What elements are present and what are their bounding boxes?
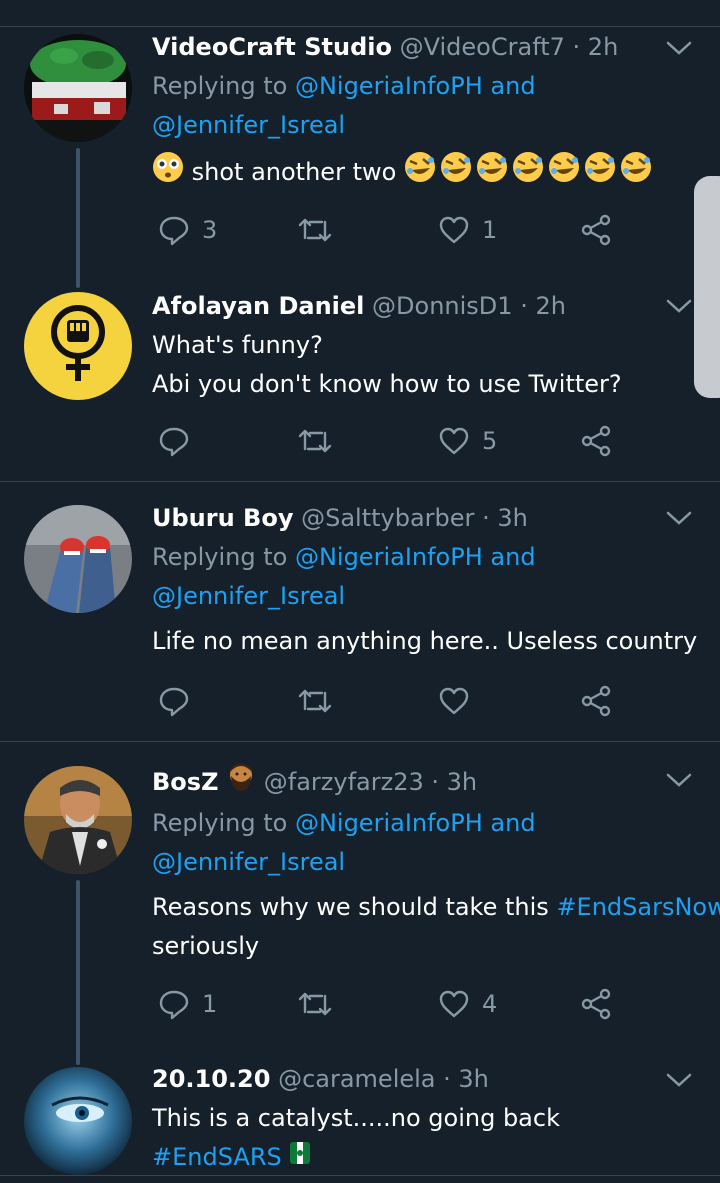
- tweet-text-line2: Abi you don't know how to use Twitter?: [152, 370, 622, 398]
- reply-count: 1: [202, 990, 218, 1018]
- thread-line: [76, 880, 80, 1065]
- author-handle[interactable]: @VideoCraft7: [400, 33, 565, 61]
- like-count: 1: [482, 216, 498, 244]
- retweet-icon: [298, 429, 332, 453]
- tweet-text-line2: seriously: [152, 932, 260, 960]
- replying-and: and: [490, 809, 536, 837]
- author-handle[interactable]: @farzyfarz23: [264, 768, 424, 796]
- reply-button[interactable]: 1: [158, 984, 217, 1024]
- like-button[interactable]: [438, 681, 482, 721]
- retweet-button[interactable]: [298, 681, 344, 721]
- avatar[interactable]: [24, 292, 132, 400]
- share-icon: [581, 685, 611, 717]
- tweet-divider: [0, 481, 720, 482]
- rolling-laughing-emoji-row: [404, 150, 654, 195]
- hashtag-link[interactable]: #EndSARS: [152, 1143, 282, 1171]
- share-icon: [581, 425, 611, 457]
- reply-icon: [159, 990, 189, 1020]
- share-button[interactable]: [580, 210, 612, 250]
- like-button[interactable]: 4: [438, 984, 497, 1024]
- heart-icon: [439, 427, 469, 455]
- tweet-text: Life no mean anything here.. Useless cou…: [152, 627, 698, 655]
- timestamp[interactable]: · 3h: [482, 504, 528, 532]
- heart-icon: [439, 687, 469, 715]
- replying-to-label: Replying to: [152, 72, 288, 100]
- avatar[interactable]: [24, 505, 132, 613]
- replying-and: and: [490, 543, 536, 571]
- retweet-button[interactable]: [298, 421, 344, 461]
- timestamp[interactable]: · 2h: [573, 33, 619, 61]
- author-name[interactable]: BosZ: [152, 768, 218, 796]
- reply-button[interactable]: 3: [158, 210, 217, 250]
- chevron-down-icon[interactable]: [666, 510, 692, 526]
- share-icon: [581, 214, 611, 246]
- retweet-button[interactable]: [298, 210, 344, 250]
- author-name[interactable]: Afolayan Daniel: [152, 292, 364, 320]
- reply-icon: [159, 216, 189, 246]
- mention-link[interactable]: @NigeriaInfoPH: [295, 809, 483, 837]
- tweet-text-line1: What's funny?: [152, 331, 323, 359]
- like-count: 5: [482, 427, 498, 455]
- bearded-man-emoji: [226, 762, 256, 804]
- author-name[interactable]: VideoCraft Studio: [152, 33, 392, 61]
- share-button[interactable]: [580, 984, 612, 1024]
- replying-to-label: Replying to: [152, 809, 288, 837]
- thread-line: [76, 148, 80, 288]
- mention-link[interactable]: @NigeriaInfoPH: [295, 72, 483, 100]
- author-handle[interactable]: @caramelela: [278, 1065, 435, 1093]
- mention-link[interactable]: @Jennifer_Isreal: [152, 848, 345, 876]
- reply-count: 3: [202, 216, 218, 244]
- like-button[interactable]: 5: [438, 421, 497, 461]
- like-count: 4: [482, 990, 498, 1018]
- mention-link[interactable]: @Jennifer_Isreal: [152, 111, 345, 139]
- tweet-text: This is a catalyst.....no going back: [152, 1104, 560, 1132]
- author-name[interactable]: Uburu Boy: [152, 504, 293, 532]
- tweet-divider: [0, 741, 720, 742]
- reply-icon: [159, 687, 189, 717]
- chevron-down-icon[interactable]: [666, 298, 692, 314]
- retweet-button[interactable]: [298, 984, 344, 1024]
- chevron-down-icon[interactable]: [666, 1072, 692, 1088]
- avatar[interactable]: [24, 766, 132, 874]
- tweet-text: shot another two: [191, 158, 397, 186]
- chevron-down-icon[interactable]: [666, 772, 692, 788]
- reply-button[interactable]: [158, 681, 202, 721]
- author-name[interactable]: 20.10.20: [152, 1065, 270, 1093]
- mention-link[interactable]: @NigeriaInfoPH: [295, 543, 483, 571]
- reply-icon: [159, 427, 189, 457]
- avatar[interactable]: [24, 1067, 132, 1175]
- author-handle[interactable]: @DonnisD1: [372, 292, 513, 320]
- chevron-down-icon[interactable]: [666, 40, 692, 56]
- share-button[interactable]: [580, 681, 612, 721]
- hashtag-link[interactable]: #EndSarsNow: [556, 893, 720, 921]
- reply-button[interactable]: [158, 421, 202, 461]
- flushed-face-emoji: [152, 151, 184, 195]
- share-button[interactable]: [580, 421, 612, 461]
- retweet-icon: [298, 689, 332, 713]
- retweet-icon: [298, 992, 332, 1016]
- mention-link[interactable]: @Jennifer_Isreal: [152, 582, 345, 610]
- avatar[interactable]: [24, 34, 132, 142]
- replying-and: and: [490, 72, 536, 100]
- tweet-text: Reasons why we should take this: [152, 893, 549, 921]
- timestamp[interactable]: · 2h: [520, 292, 566, 320]
- like-button[interactable]: 1: [438, 210, 497, 250]
- scrollbar-thumb[interactable]: [694, 176, 720, 398]
- timestamp[interactable]: · 3h: [431, 768, 477, 796]
- share-icon: [581, 988, 611, 1020]
- heart-icon: [439, 990, 469, 1018]
- replying-to-label: Replying to: [152, 543, 288, 571]
- top-divider: [0, 26, 720, 27]
- retweet-icon: [298, 218, 332, 242]
- heart-icon: [439, 216, 469, 244]
- nigeria-flag-icon: [289, 1139, 311, 1178]
- bottom-divider: [0, 1175, 720, 1176]
- timestamp[interactable]: · 3h: [443, 1065, 489, 1093]
- author-handle[interactable]: @Salttybarber: [301, 504, 474, 532]
